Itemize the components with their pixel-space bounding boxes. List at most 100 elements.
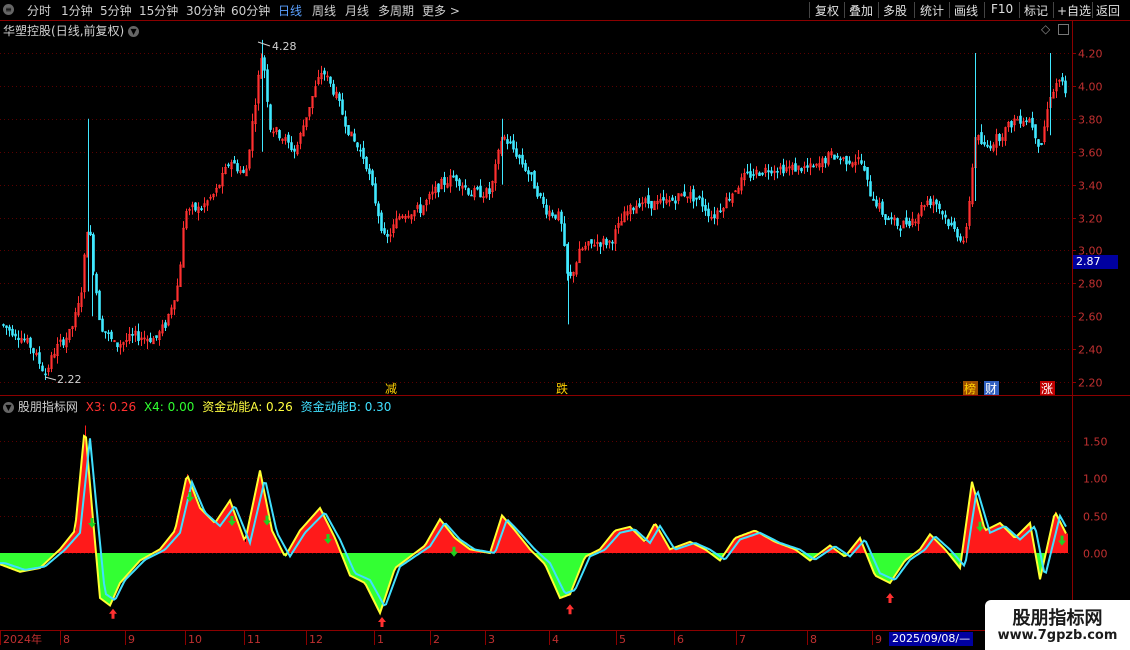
candle-body (812, 165, 815, 168)
event-marker: 财 (985, 382, 997, 396)
candle-body (1025, 120, 1028, 123)
candle-body (365, 156, 368, 170)
diamond-icon[interactable]: ◇ (1041, 22, 1050, 36)
event-marker: 涨 (1041, 381, 1053, 396)
buy-arrow-icon (566, 604, 574, 615)
time-axis-label: 9 (128, 633, 135, 646)
candle-body (1019, 115, 1022, 124)
candle-body (374, 183, 377, 204)
candle-body (452, 175, 455, 178)
candle-body (44, 373, 47, 376)
low-pointer (44, 376, 57, 381)
candle-body (746, 171, 749, 174)
candle-body (263, 57, 266, 71)
candle-body (32, 348, 35, 354)
candle-body (386, 233, 389, 237)
candle-body (947, 219, 950, 227)
candle-body (233, 160, 236, 164)
candle-body (758, 172, 761, 176)
candle-body (674, 200, 677, 204)
price-axis-label: 2.40 (1078, 344, 1103, 357)
candle-body (533, 170, 536, 189)
candle-body (530, 172, 533, 175)
event-marker: 减 (385, 382, 397, 396)
candle-body (671, 197, 674, 201)
candle-body (833, 154, 836, 160)
price-axis-label: 3.20 (1078, 213, 1103, 226)
candle-body (770, 170, 773, 174)
candle-body (227, 164, 230, 167)
candle-body (1037, 139, 1040, 147)
candle-body (287, 134, 290, 143)
candle-body (761, 172, 764, 175)
candle-body (266, 69, 269, 102)
candle-body (848, 160, 851, 164)
indicator-axis-label: 0.00 (1083, 548, 1108, 561)
candle-body (872, 198, 875, 201)
candle-body (905, 217, 908, 225)
candle-body (551, 212, 554, 216)
candle-body (353, 133, 356, 142)
candle-body (356, 142, 359, 148)
candle-body (89, 231, 92, 236)
time-axis-label: 3 (488, 633, 495, 646)
candle-body (986, 144, 989, 147)
current-price-badge: 2.87 (1073, 255, 1118, 269)
candle-body (131, 334, 134, 336)
candle-body (242, 169, 245, 173)
stock-name: 华塑控股 (3, 24, 52, 38)
candle-body (509, 141, 512, 144)
candle-body (569, 271, 572, 276)
candle-body (713, 214, 716, 219)
candle-body (890, 217, 893, 220)
candle-body (935, 199, 938, 205)
candle-body (155, 335, 158, 338)
candle-body (455, 175, 458, 182)
date-cursor-badge: 2025/09/08/— (889, 632, 974, 646)
candle-body (371, 170, 374, 186)
candle-body (545, 204, 548, 215)
candle-body (563, 223, 566, 246)
chevron-down-icon[interactable]: ▼ (128, 26, 140, 37)
buy-arrow-icon (109, 608, 117, 619)
low-annotation: 2.22 (57, 373, 82, 386)
stock-period: (日线,前复权) (51, 24, 125, 38)
candle-body (383, 228, 386, 234)
candle-body (590, 239, 593, 244)
price-axis-label: 3.40 (1078, 180, 1103, 193)
candle-body (116, 342, 119, 348)
square-icon[interactable] (1058, 24, 1069, 35)
candle-body (269, 104, 272, 130)
chevron-down-icon[interactable]: ▼ (3, 402, 14, 413)
candle-body (953, 221, 956, 229)
watermark-url: www.7gpzb.com (997, 628, 1118, 643)
indicator-x4: X4: 0.00 (143, 400, 195, 414)
candle-body (467, 188, 470, 195)
candle-body (5, 325, 8, 328)
candle-body (359, 149, 362, 152)
candle-body (875, 199, 878, 207)
kline-chart[interactable]: 4.204.003.803.603.403.203.002.802.602.40… (0, 0, 1130, 650)
candle-body (293, 148, 296, 152)
candle-body (1034, 124, 1037, 139)
candle-body (701, 197, 704, 207)
candle-body (704, 204, 707, 211)
candle-body (29, 337, 32, 348)
candle-body (107, 332, 110, 335)
candle-body (524, 163, 527, 171)
candle-body (560, 211, 563, 224)
time-axis-label: 7 (739, 633, 746, 646)
candle-body (998, 134, 1001, 142)
buy-arrow-icon (378, 617, 386, 627)
candle-body (164, 322, 167, 328)
candle-body (800, 168, 803, 172)
event-marker: 榜 (964, 381, 976, 396)
candle-body (17, 337, 20, 341)
time-axis-label: 8 (810, 633, 817, 646)
candle-body (542, 196, 545, 205)
price-axis-label: 4.20 (1078, 48, 1103, 61)
candle-body (344, 116, 347, 127)
candle-body (1061, 77, 1064, 82)
time-axis-label: 1 (377, 633, 384, 646)
indicator-fund-b: 资金动能B: 0.30 (300, 400, 392, 414)
